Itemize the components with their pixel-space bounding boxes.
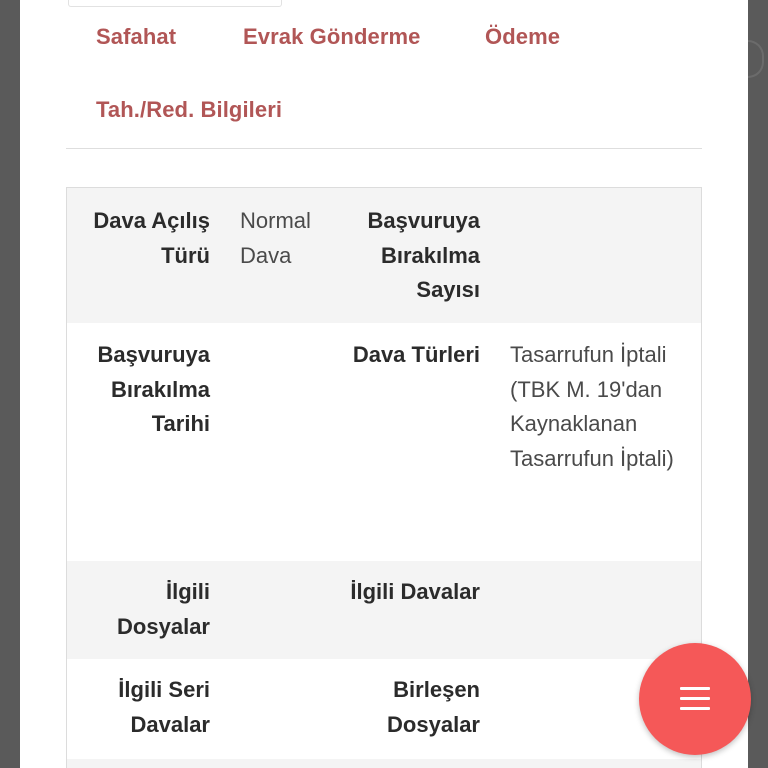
dava-acilis-turu-label: Dava Açılış Türü [93, 208, 210, 268]
table-row: İlgili Seri Davalar Birleşen Dosyalar [67, 659, 701, 759]
tab-odeme[interactable]: Ödeme [485, 24, 560, 50]
basvuruya-birakilma-tarihi-label: Başvuruya Bırakılma Tarihi [97, 342, 210, 436]
ilgili-dosyalar-label: İlgili Dosyalar [117, 579, 210, 639]
tab-safahat[interactable]: Safahat [96, 24, 176, 50]
dava-acilis-turu-value: Normal Dava [240, 208, 311, 268]
tabs-divider [66, 148, 702, 149]
birlesen-dosyalar-label: Birleşen Dosyalar [387, 677, 480, 737]
dava-turleri-label: Dava Türleri [352, 342, 480, 367]
table-row: Dava Açılış Türü Normal Dava Başvuruya B… [67, 188, 701, 323]
case-info-table: Dava Açılış Türü Normal Dava Başvuruya B… [66, 187, 702, 768]
ilgili-davalar-label: İlgili Davalar [350, 579, 480, 604]
dava-turleri-value: Tasarrufun İptali (TBK M. 19'dan Kaynakl… [510, 342, 674, 471]
table-row: İlgili Dosyalar İlgili Davalar [67, 561, 701, 659]
ilgili-seri-davalar-label: İlgili Seri Davalar [118, 677, 210, 737]
screen-edge-arc [748, 40, 764, 78]
menu-fab-button[interactable] [639, 643, 751, 755]
table-row [67, 759, 701, 768]
table-row: Başvuruya Bırakılma Tarihi Dava Türleri … [67, 323, 701, 561]
hamburger-menu-icon [680, 684, 710, 714]
case-detail-card: Safahat Evrak Gönderme Ödeme Tah./Red. B… [20, 0, 748, 768]
tab-evrak-gonderme[interactable]: Evrak Gönderme [243, 24, 420, 50]
tab-tah-red-bilgileri[interactable]: Tah./Red. Bilgileri [96, 97, 282, 123]
tab-bar: Safahat Evrak Gönderme Ödeme Tah./Red. B… [20, 0, 748, 148]
basvuruya-birakilma-sayisi-label: Başvuruya Bırakılma Sayısı [367, 208, 480, 302]
